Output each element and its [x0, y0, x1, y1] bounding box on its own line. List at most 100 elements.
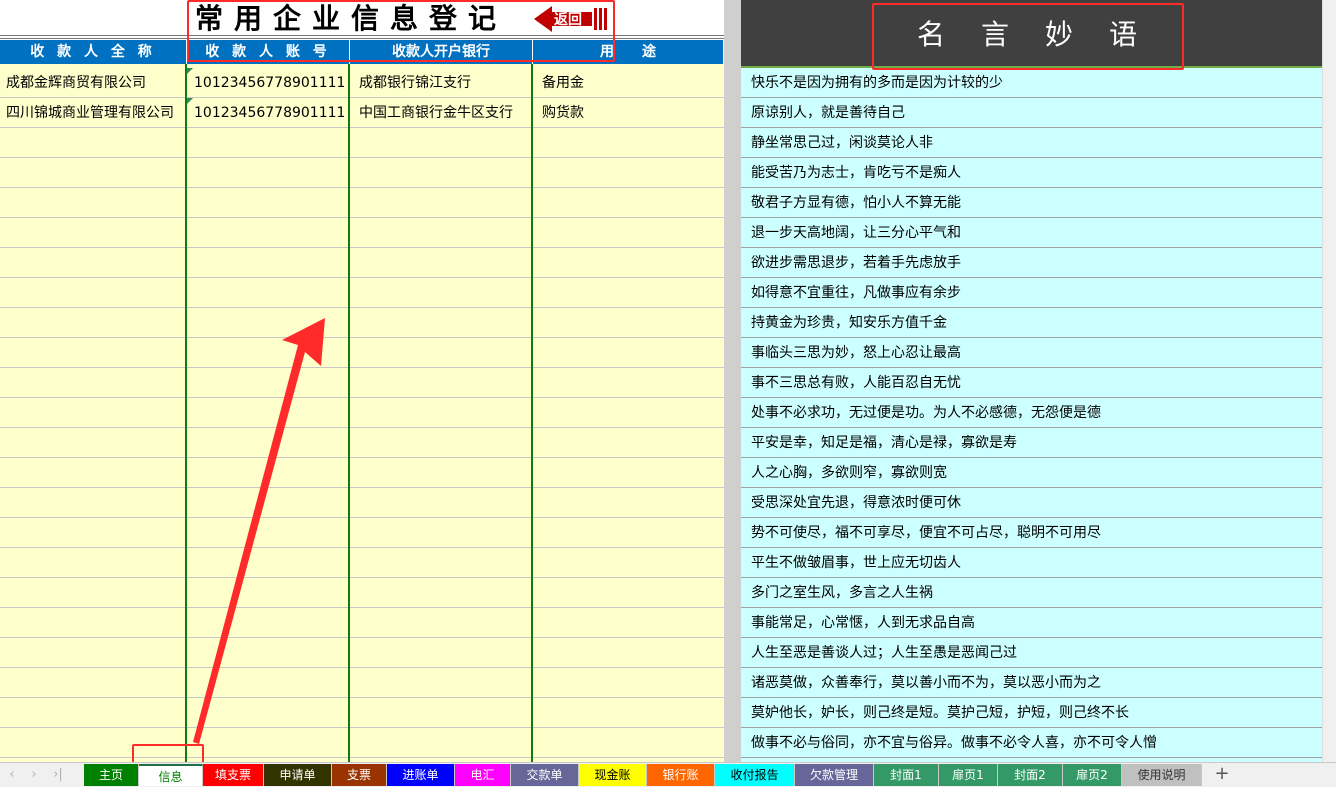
- cell-payee-name[interactable]: [6, 218, 182, 247]
- sheet-tab[interactable]: 收付报告: [715, 764, 795, 786]
- cell-payee-name[interactable]: [6, 428, 182, 457]
- cell-payee-name[interactable]: [6, 548, 182, 577]
- quote-item[interactable]: 做事不必与俗同，亦不宜与俗异。做事不必令人喜，亦不可令人憎: [741, 728, 1322, 758]
- cell-payee-name[interactable]: [6, 248, 182, 277]
- cell-payee-name[interactable]: 成都金辉商贸有限公司: [6, 68, 182, 97]
- cell-usage[interactable]: [542, 518, 722, 547]
- quote-item[interactable]: 平生不做皱眉事，世上应无切齿人: [741, 548, 1322, 578]
- cell-payee-account[interactable]: [194, 218, 344, 247]
- cell-payee-bank[interactable]: 中国工商银行金牛区支行: [359, 98, 527, 127]
- cell-usage[interactable]: [542, 458, 722, 487]
- cell-payee-account[interactable]: 101234567789011112: [194, 68, 344, 97]
- cell-payee-account[interactable]: [194, 278, 344, 307]
- cell-usage[interactable]: [542, 578, 722, 607]
- chevron-right-icon[interactable]: ›: [26, 766, 42, 784]
- sheet-tab[interactable]: 支票: [332, 764, 387, 786]
- cell-payee-name[interactable]: [6, 578, 182, 607]
- header-payee-bank[interactable]: 收款人开户银行: [350, 40, 533, 64]
- cell-payee-bank[interactable]: [359, 638, 527, 667]
- cell-usage[interactable]: [542, 248, 722, 277]
- cell-payee-bank[interactable]: [359, 608, 527, 637]
- cell-payee-bank[interactable]: [359, 668, 527, 697]
- sheet-tab[interactable]: 封面1: [874, 764, 939, 786]
- cell-payee-name[interactable]: [6, 368, 182, 397]
- quote-item[interactable]: 人之心胸，多欲则窄，寡欲则宽: [741, 458, 1322, 488]
- quote-item[interactable]: 快乐不是因为拥有的多而是因为计较的少: [741, 68, 1322, 98]
- cell-payee-bank[interactable]: [359, 338, 527, 367]
- cell-usage[interactable]: [542, 368, 722, 397]
- cell-payee-name[interactable]: [6, 158, 182, 187]
- cell-payee-name[interactable]: [6, 188, 182, 217]
- cell-usage[interactable]: [542, 638, 722, 667]
- cell-payee-account[interactable]: [194, 518, 344, 547]
- cell-payee-account[interactable]: [194, 578, 344, 607]
- cell-payee-bank[interactable]: [359, 518, 527, 547]
- cell-payee-name[interactable]: [6, 668, 182, 697]
- quote-item[interactable]: 人生至恶是善谈人过；人生至愚是恶闻己过: [741, 638, 1322, 668]
- sheet-tab[interactable]: 扉页1: [939, 764, 998, 786]
- sheet-tab[interactable]: 交款单: [511, 764, 579, 786]
- cell-payee-account[interactable]: [194, 548, 344, 577]
- cell-payee-name[interactable]: [6, 488, 182, 517]
- sheet-tab[interactable]: 申请单: [264, 764, 332, 786]
- cell-payee-bank[interactable]: [359, 398, 527, 427]
- cell-payee-bank[interactable]: [359, 728, 527, 757]
- sheet-tab[interactable]: 填支票: [203, 764, 264, 786]
- cell-payee-name[interactable]: [6, 398, 182, 427]
- cell-payee-name[interactable]: [6, 608, 182, 637]
- header-usage[interactable]: 用 途: [533, 40, 724, 64]
- cell-payee-account[interactable]: [194, 128, 344, 157]
- cell-payee-account[interactable]: 101234567789011116: [194, 98, 344, 127]
- cell-payee-bank[interactable]: [359, 218, 527, 247]
- quote-item[interactable]: 平安是幸，知足是福，清心是禄，寡欲是寿: [741, 428, 1322, 458]
- quote-item[interactable]: 敬君子方显有德，怕小人不算无能: [741, 188, 1322, 218]
- cell-payee-account[interactable]: [194, 698, 344, 727]
- cell-payee-bank[interactable]: [359, 698, 527, 727]
- quote-item[interactable]: 势不可使尽，福不可享尽，便宜不可占尽，聪明不可用尽: [741, 518, 1322, 548]
- cell-payee-bank[interactable]: [359, 248, 527, 277]
- sheet-tab[interactable]: 银行账: [647, 764, 715, 786]
- sheet-tab[interactable]: 进账单: [387, 764, 455, 786]
- cell-payee-account[interactable]: [194, 638, 344, 667]
- cell-payee-account[interactable]: [194, 188, 344, 217]
- sheet-tab[interactable]: 电汇: [455, 764, 511, 786]
- quote-item[interactable]: 退一步天高地阔，让三分心平气和: [741, 218, 1322, 248]
- quote-item[interactable]: 多门之室生风，多言之人生祸: [741, 578, 1322, 608]
- cell-usage[interactable]: [542, 488, 722, 517]
- cell-usage[interactable]: [542, 218, 722, 247]
- quote-item[interactable]: 莫妒他长，妒长，则己终是短。莫护己短，护短，则己终不长: [741, 698, 1322, 728]
- cell-payee-bank[interactable]: [359, 158, 527, 187]
- cell-payee-bank[interactable]: [359, 368, 527, 397]
- cell-payee-name[interactable]: [6, 308, 182, 337]
- cell-payee-account[interactable]: [194, 458, 344, 487]
- cell-payee-bank[interactable]: 成都银行锦江支行: [359, 68, 527, 97]
- cell-payee-bank[interactable]: [359, 188, 527, 217]
- cell-payee-account[interactable]: [194, 248, 344, 277]
- cell-payee-name[interactable]: [6, 698, 182, 727]
- cell-usage[interactable]: [542, 668, 722, 697]
- scroll-last-icon[interactable]: ›|: [50, 766, 66, 784]
- sheet-tab[interactable]: 扉页2: [1063, 764, 1122, 786]
- cell-payee-name[interactable]: 四川锦城商业管理有限公司: [6, 98, 182, 127]
- sheet-tab[interactable]: 欠款管理: [795, 764, 874, 786]
- sheet-tab[interactable]: 信息: [139, 764, 203, 786]
- cell-usage[interactable]: [542, 128, 722, 157]
- cell-payee-name[interactable]: [6, 458, 182, 487]
- sheet-tab[interactable]: 使用说明: [1122, 764, 1202, 786]
- cell-payee-bank[interactable]: [359, 278, 527, 307]
- quote-item[interactable]: 事临头三思为妙，怒上心忍让最高: [741, 338, 1322, 368]
- cell-usage[interactable]: [542, 698, 722, 727]
- quote-item[interactable]: 事不三思总有败，人能百忍自无忧: [741, 368, 1322, 398]
- add-sheet-icon[interactable]: +: [1211, 763, 1233, 787]
- cell-payee-name[interactable]: [6, 638, 182, 667]
- cell-usage[interactable]: [542, 338, 722, 367]
- cell-payee-account[interactable]: [194, 158, 344, 187]
- sheet-tab[interactable]: 封面2: [998, 764, 1063, 786]
- cell-payee-bank[interactable]: [359, 578, 527, 607]
- cell-payee-name[interactable]: [6, 278, 182, 307]
- cell-payee-bank[interactable]: [359, 548, 527, 577]
- quote-item[interactable]: 持黄金为珍贵，知安乐方值千金: [741, 308, 1322, 338]
- quote-item[interactable]: 静坐常思己过，闲谈莫论人非: [741, 128, 1322, 158]
- cell-payee-name[interactable]: [6, 728, 182, 757]
- cell-payee-account[interactable]: [194, 668, 344, 697]
